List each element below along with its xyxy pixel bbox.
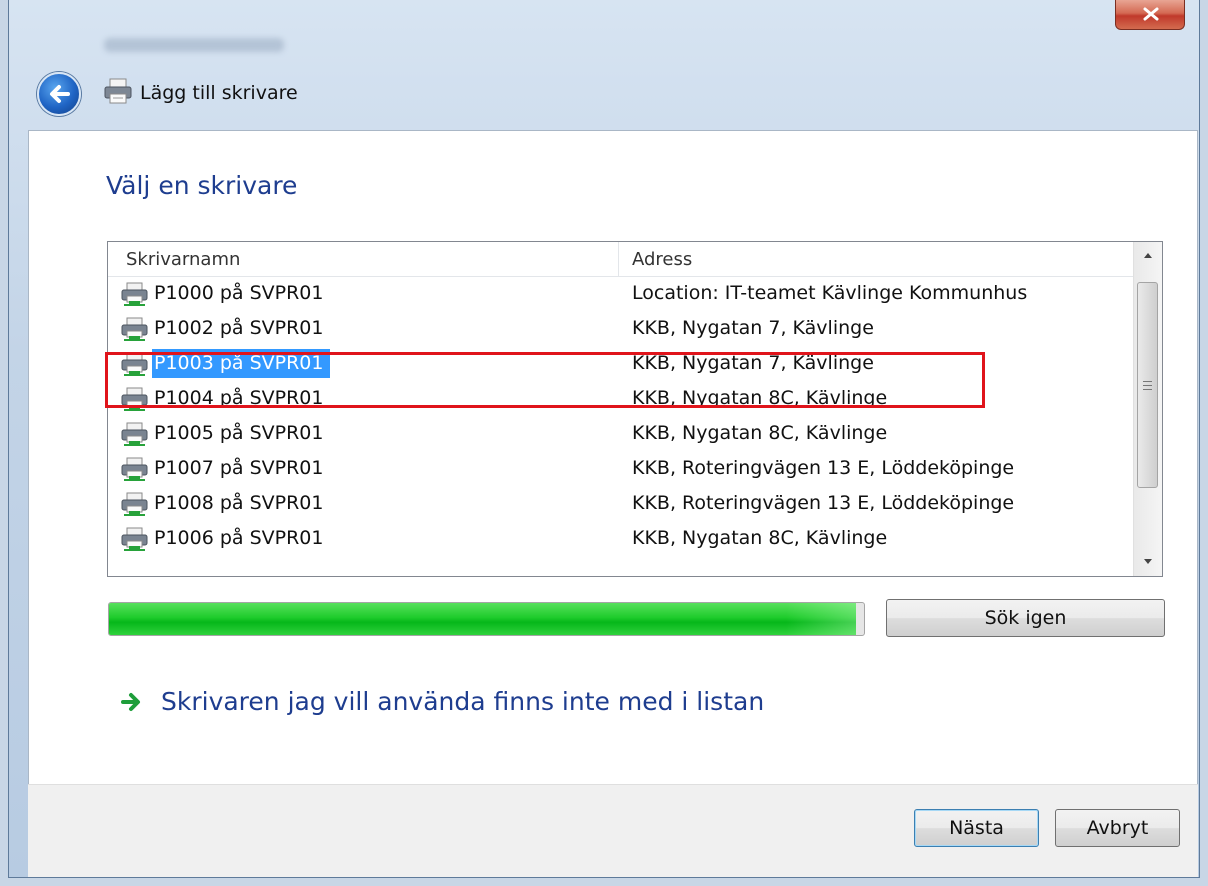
printer-address: KKB, Roteringvägen 13 E, Löddeköpinge (632, 492, 1015, 514)
printer-name: P1006 på SVPR01 (154, 527, 324, 549)
list-header: Skrivarnamn Adress (108, 242, 1134, 277)
close-icon (1143, 7, 1159, 21)
network-printer-icon (121, 422, 148, 446)
scroll-up-button[interactable] (1134, 242, 1162, 270)
printer-icon-wrap (118, 314, 154, 343)
progress-fill (109, 603, 857, 635)
network-printer-icon (121, 457, 148, 481)
grip-line (1143, 381, 1152, 382)
printer-icon-wrap (118, 524, 154, 553)
printer-name-cell: P1008 på SVPR01 (118, 489, 329, 518)
printer-name-cell: P1006 på SVPR01 (118, 524, 329, 553)
printer-name: P1008 på SVPR01 (154, 492, 324, 514)
printer-address: Location: IT-teamet Kävlinge Kommunhus (632, 282, 1028, 304)
printer-row[interactable]: P1000 på SVPR01 Location: IT-teamet Kävli… (108, 276, 1134, 311)
network-printer-icon (121, 317, 148, 341)
printer-name: P1007 på SVPR01 (154, 457, 324, 479)
highlight-annotation (105, 352, 985, 408)
scroll-down-icon (1144, 559, 1152, 564)
printer-icon-wrap (118, 489, 154, 518)
printer-name-cell: P1007 på SVPR01 (118, 454, 329, 483)
printer-name: P1000 på SVPR01 (154, 282, 324, 304)
printer-icon-wrap (118, 454, 154, 483)
printer-name-cell: P1000 på SVPR01 (118, 279, 329, 308)
window-title: Lägg till skrivare (140, 82, 298, 104)
printer-address: KKB, Nygatan 8C, Kävlinge (632, 527, 888, 549)
close-button[interactable] (1115, 0, 1185, 30)
vertical-scrollbar[interactable] (1133, 242, 1162, 576)
column-header-address[interactable]: Adress (632, 242, 692, 276)
printer-address: KKB, Roteringvägen 13 E, Löddeköpinge (632, 457, 1015, 479)
network-printer-icon (121, 282, 148, 306)
printer-row[interactable]: P1008 på SVPR01 KKB, Roteringvägen 13 E, … (108, 486, 1134, 521)
search-progress-bar (108, 602, 865, 636)
printer-icon-wrap (118, 419, 154, 448)
not-listed-link-text[interactable]: Skrivaren jag vill använda finns inte me… (161, 687, 764, 716)
printer-row[interactable]: P1002 på SVPR01 KKB, Nygatan 7, Kävlinge (108, 311, 1134, 346)
dialog-content: Välj en skrivare Skrivarnamn Adress P100… (28, 130, 1198, 784)
network-printer-icon (121, 492, 148, 516)
printer-not-listed-link[interactable]: Skrivaren jag vill använda finns inte me… (121, 687, 764, 716)
green-arrow-icon (121, 692, 140, 711)
column-header-name[interactable]: Skrivarnamn (126, 242, 240, 276)
cancel-button[interactable]: Avbryt (1055, 809, 1180, 847)
grip-line (1143, 389, 1152, 390)
printer-row[interactable]: P1007 på SVPR01 KKB, Roteringvägen 13 E, … (108, 451, 1134, 486)
printer-icon-wrap (118, 279, 154, 308)
scroll-thumb[interactable] (1137, 282, 1158, 488)
blurred-title-bar (104, 38, 284, 52)
printer-name: P1002 på SVPR01 (154, 317, 324, 339)
back-arrow-icon (50, 85, 70, 103)
printer-icon (104, 78, 132, 104)
scroll-down-button[interactable] (1134, 548, 1162, 576)
scroll-up-icon (1144, 253, 1152, 258)
dialog-footer: Nästa Avbryt (28, 784, 1198, 877)
next-button[interactable]: Nästa (914, 809, 1039, 847)
page-heading: Välj en skrivare (106, 171, 298, 200)
back-button[interactable] (37, 72, 81, 116)
printer-name-cell: P1005 på SVPR01 (118, 419, 329, 448)
grip-line (1143, 385, 1152, 386)
printer-row[interactable]: P1006 på SVPR01 KKB, Nygatan 8C, Kävlinge (108, 521, 1134, 556)
column-divider[interactable] (618, 242, 619, 276)
printer-row[interactable]: P1005 på SVPR01 KKB, Nygatan 8C, Kävlinge (108, 416, 1134, 451)
printer-address: KKB, Nygatan 7, Kävlinge (632, 317, 874, 339)
search-again-button[interactable]: Sök igen (886, 599, 1165, 637)
printer-name: P1005 på SVPR01 (154, 422, 324, 444)
network-printer-icon (121, 527, 148, 551)
printer-address: KKB, Nygatan 8C, Kävlinge (632, 422, 888, 444)
dialog-window: Lägg till skrivare Välj en skrivare Skri… (8, 0, 1200, 878)
printer-list[interactable]: Skrivarnamn Adress P1000 på SVPR01 Locati… (107, 241, 1163, 577)
printer-name-cell: P1002 på SVPR01 (118, 314, 329, 343)
